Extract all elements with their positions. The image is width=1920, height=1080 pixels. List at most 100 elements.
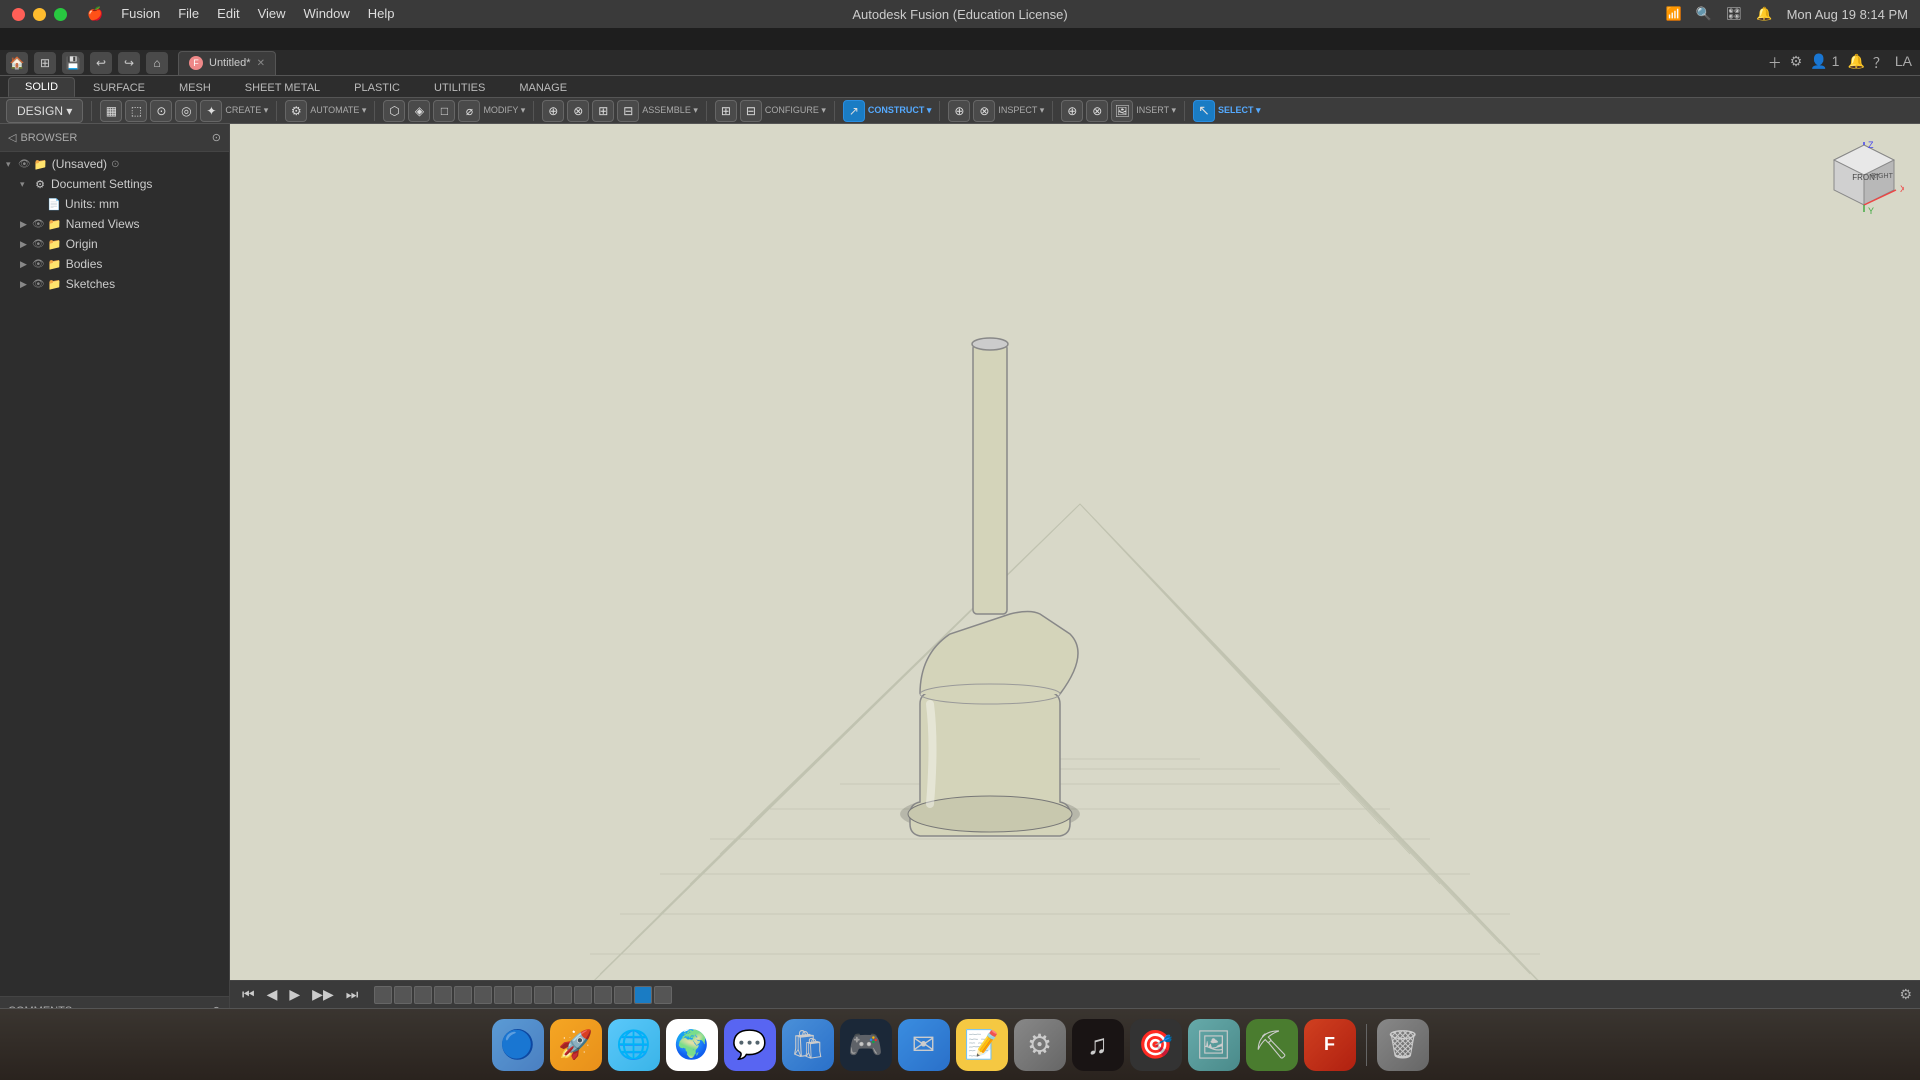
insert-image-btn[interactable]: 🖼: [1111, 100, 1133, 122]
viewport[interactable]: FRONT RIGHT X Y Z ⊕ | ⊞ ✋ ⊙ | 🔍 | ▦ ⬡ ⊟ …: [230, 124, 1920, 1024]
tab-utilities[interactable]: UTILITIES: [418, 79, 501, 97]
new-component-btn[interactable]: ▦: [100, 100, 122, 122]
sidebar-item-origin[interactable]: ▶ 👁 📁 Origin: [0, 234, 229, 254]
rigid-group-btn[interactable]: ⊗: [567, 100, 589, 122]
help-button[interactable]: ？: [1873, 53, 1887, 73]
extrude-btn[interactable]: ⬚: [125, 100, 147, 122]
eye-origin[interactable]: 👁: [32, 239, 45, 250]
menu-window[interactable]: Window: [304, 6, 350, 22]
timeline-next[interactable]: ▶▶: [308, 984, 338, 1005]
tab-manage[interactable]: MANAGE: [503, 79, 583, 97]
tab-sheet-metal[interactable]: SHEET METAL: [229, 79, 336, 97]
sidebar-collapse-icon[interactable]: ◁: [8, 131, 16, 144]
home-button[interactable]: 🏠: [6, 52, 28, 74]
save-button[interactable]: 💾: [62, 52, 84, 74]
marker-9[interactable]: [534, 986, 552, 1004]
measure-btn[interactable]: ⊕: [948, 100, 970, 122]
eye-bodies[interactable]: 👁: [32, 259, 45, 270]
sidebar-item-named-views[interactable]: ▶ 👁 📁 Named Views: [0, 214, 229, 234]
menu-fusion[interactable]: Fusion: [121, 6, 160, 22]
dock-mail[interactable]: ✉: [898, 1019, 950, 1071]
marker-4[interactable]: [434, 986, 452, 1004]
timeline-end[interactable]: ⏭: [342, 984, 363, 1005]
tab-solid[interactable]: SOLID: [8, 77, 75, 97]
minimize-button[interactable]: [33, 8, 46, 21]
unsaved-settings[interactable]: ⊙: [111, 159, 119, 170]
scale-btn[interactable]: ⌀: [458, 100, 480, 122]
menu-edit[interactable]: Edit: [217, 6, 239, 22]
dock-minecraft[interactable]: ⛏: [1246, 1019, 1298, 1071]
select-btn[interactable]: ↖: [1193, 100, 1215, 122]
tab-plastic[interactable]: PLASTIC: [338, 79, 416, 97]
marker-12[interactable]: [594, 986, 612, 1004]
sidebar-settings-icon[interactable]: ⊙: [212, 131, 221, 144]
sidebar-item-sketches[interactable]: ▶ 👁 📁 Sketches: [0, 274, 229, 294]
menu-help[interactable]: Help: [368, 6, 395, 22]
marker-8[interactable]: [514, 986, 532, 1004]
tab-mesh[interactable]: MESH: [163, 79, 227, 97]
sidebar-item-unsaved[interactable]: ▾ 👁 📁 (Unsaved) ⊙: [0, 154, 229, 174]
close-button[interactable]: [12, 8, 25, 21]
timeline-play[interactable]: ▶: [285, 984, 304, 1005]
dock-appstore[interactable]: 🛍: [782, 1019, 834, 1071]
account-button[interactable]: LA: [1895, 53, 1912, 73]
fillet-btn[interactable]: ⬡: [383, 100, 405, 122]
undo-button[interactable]: ↩: [90, 52, 112, 74]
joint-btn[interactable]: ⊕: [542, 100, 564, 122]
timeline-start[interactable]: ⏮: [238, 984, 259, 1005]
timeline-settings[interactable]: ⚙: [1899, 986, 1912, 1003]
control-center-icon[interactable]: 🎛: [1726, 6, 1743, 22]
dock-discord[interactable]: 💬: [724, 1019, 776, 1071]
notification-icon[interactable]: 🔔: [1756, 6, 1772, 22]
marker-15[interactable]: [654, 986, 672, 1004]
insert-svg-btn[interactable]: ⊗: [1086, 100, 1108, 122]
sidebar-item-bodies[interactable]: ▶ 👁 📁 Bodies: [0, 254, 229, 274]
tab-surface[interactable]: SURFACE: [77, 79, 161, 97]
automate-btn[interactable]: ⚙: [285, 100, 307, 122]
shell-btn[interactable]: □: [433, 100, 455, 122]
active-file-tab[interactable]: F Untitled* ✕: [178, 51, 276, 75]
marker-2[interactable]: [394, 986, 412, 1004]
navigate-home[interactable]: ⌂: [146, 52, 168, 74]
config-btn1[interactable]: ⊞: [715, 100, 737, 122]
dock-trash[interactable]: 🗑: [1377, 1019, 1429, 1071]
marker-10[interactable]: [554, 986, 572, 1004]
marker-5[interactable]: [454, 986, 472, 1004]
menu-file[interactable]: File: [178, 6, 199, 22]
motion-link-btn[interactable]: ⊞: [592, 100, 614, 122]
dock-chrome[interactable]: 🌍: [666, 1019, 718, 1071]
marker-7[interactable]: [494, 986, 512, 1004]
sidebar-item-doc-settings[interactable]: ▾ ⚙ Document Settings: [0, 174, 229, 194]
dock-epicgames[interactable]: 🎯: [1130, 1019, 1182, 1071]
dock-finder[interactable]: 🔵: [492, 1019, 544, 1071]
design-dropdown[interactable]: DESIGN ▾: [6, 99, 83, 123]
marker-6[interactable]: [474, 986, 492, 1004]
interference-btn[interactable]: ⊗: [973, 100, 995, 122]
dock-notes[interactable]: 📝: [956, 1019, 1008, 1071]
redo-button[interactable]: ↪: [118, 52, 140, 74]
timeline-prev[interactable]: ◀: [263, 984, 282, 1005]
pattern-btn[interactable]: ✦: [200, 100, 222, 122]
marker-13[interactable]: [614, 986, 632, 1004]
dock-spotify[interactable]: ♫: [1072, 1019, 1124, 1071]
eye-named-views[interactable]: 👁: [32, 219, 45, 230]
search-icon[interactable]: 🔍: [1696, 6, 1712, 22]
sweep-btn[interactable]: ◎: [175, 100, 197, 122]
marker-3[interactable]: [414, 986, 432, 1004]
dock-steam[interactable]: 🎮: [840, 1019, 892, 1071]
dock-safari[interactable]: 🌐: [608, 1019, 660, 1071]
dock-preview[interactable]: 🖼: [1188, 1019, 1240, 1071]
sidebar-item-units[interactable]: 📄 Units: mm: [0, 194, 229, 214]
menu-view[interactable]: View: [258, 6, 286, 22]
config-btn2[interactable]: ⊟: [740, 100, 762, 122]
new-tab-button[interactable]: ＋: [1768, 53, 1782, 73]
dock-sysprefs[interactable]: ⚙: [1014, 1019, 1066, 1071]
chamfer-btn[interactable]: ◈: [408, 100, 430, 122]
insert-mesh-btn[interactable]: ⊕: [1061, 100, 1083, 122]
eye-unsaved[interactable]: 👁: [18, 159, 31, 170]
file-tab-close[interactable]: ✕: [257, 58, 265, 69]
maximize-button[interactable]: [54, 8, 67, 21]
marker-11[interactable]: [574, 986, 592, 1004]
notifications-button[interactable]: 🔔: [1847, 53, 1864, 73]
eye-sketches[interactable]: 👁: [32, 279, 45, 290]
